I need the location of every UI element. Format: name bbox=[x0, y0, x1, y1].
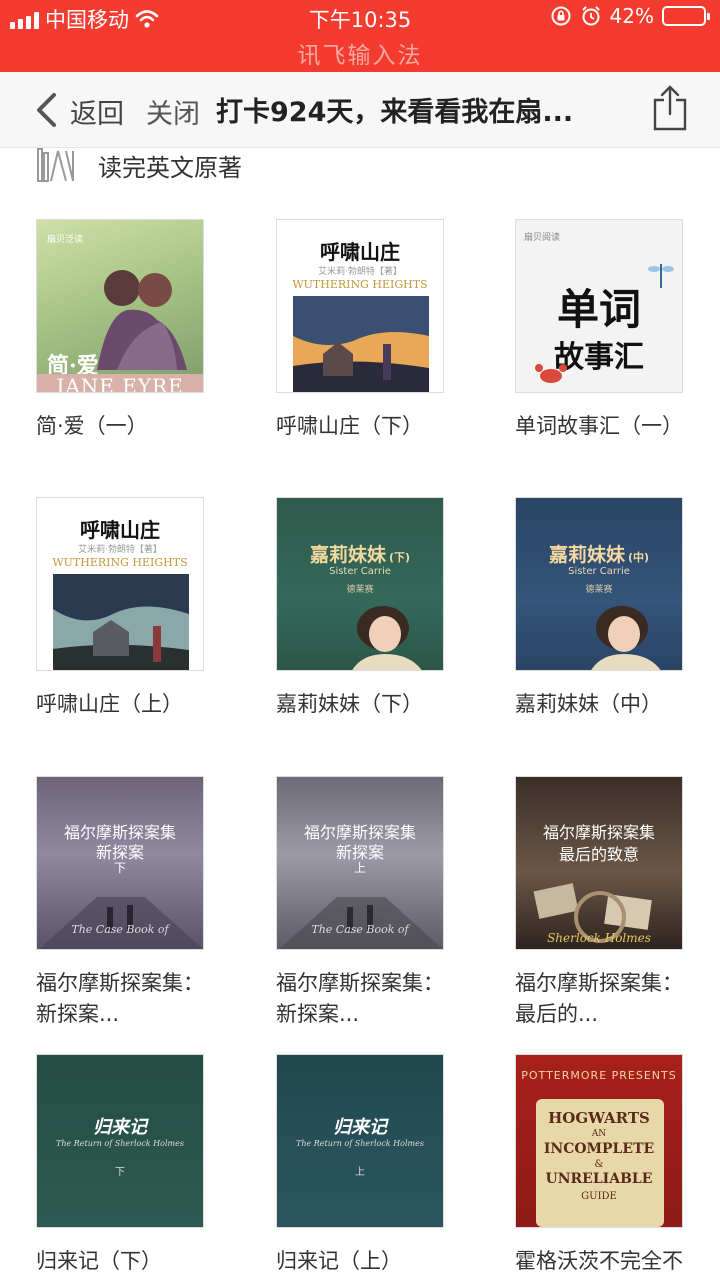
cover-l4: & bbox=[594, 1159, 604, 1170]
cover-l1: HOGWARTS bbox=[548, 1109, 650, 1127]
book-title: 简·爱（一） bbox=[36, 414, 148, 438]
book-title: 嘉莉妹妹（中） bbox=[515, 692, 662, 716]
cover-title-cn: 嘉莉妹妹 (中) bbox=[548, 544, 650, 566]
book-cover[interactable]: 福尔摩斯探案集 新探案 下 The Case Book of bbox=[36, 776, 204, 950]
street-illustration bbox=[39, 897, 203, 949]
book-title: 福尔摩斯探案集： 新探案... bbox=[36, 971, 204, 1026]
cover-title-en: The Case Book of bbox=[71, 923, 169, 936]
cover-title-en: JANE EYRE bbox=[37, 374, 203, 392]
cover-vol: 上 bbox=[353, 861, 366, 875]
book-title: 呼啸山庄（上） bbox=[36, 692, 183, 716]
book-cover[interactable]: 呼啸山庄 艾米莉·勃朗特【著】 WUTHERING HEIGHTS bbox=[36, 497, 204, 671]
cover-title-en: WUTHERING HEIGHTS bbox=[52, 556, 188, 569]
house-illustration bbox=[293, 296, 429, 392]
cover-title-en: The Return of Sherlock Holmes bbox=[296, 1139, 424, 1148]
cover-title-en: Sister Carrie bbox=[568, 566, 630, 577]
book-title: 归来记（下） bbox=[36, 1249, 162, 1273]
book-title: 单词故事汇（一） bbox=[515, 414, 683, 438]
book-cover[interactable]: 归来记 The Return of Sherlock Holmes 上 bbox=[276, 1054, 444, 1228]
dragonfly-icon bbox=[648, 264, 674, 288]
cover-brand: 扇贝阅读 bbox=[524, 233, 561, 243]
book-title: 霍格沃茨不完全不 bbox=[515, 1249, 683, 1273]
cover-l6: GUIDE bbox=[581, 1191, 617, 1202]
book-cover[interactable]: 嘉莉妹妹 (中) Sister Carrie 德莱赛 bbox=[515, 497, 683, 671]
cover-title-cn: 归来记 bbox=[333, 1117, 387, 1138]
cover-line1: 福尔摩斯探案集 bbox=[542, 823, 655, 842]
book-cover[interactable]: 嘉莉妹妹 (下) Sister Carrie 德莱赛 bbox=[276, 497, 444, 671]
cover-title-cn: 呼啸山庄 bbox=[320, 240, 400, 264]
house-illustration bbox=[53, 574, 189, 670]
book-cover[interactable]: 扇贝阅读 单词 故事汇 bbox=[515, 219, 683, 393]
cover-vol: 上 bbox=[355, 1167, 365, 1178]
cover-l2: AN bbox=[591, 1129, 607, 1139]
cover-vol: 下 bbox=[115, 1167, 125, 1178]
book-cover[interactable]: 扇贝泛读 简·爱 JANE EYRE bbox=[36, 219, 204, 393]
book-cover[interactable]: 福尔摩斯探案集 最后的致意 Sherlock Holmes bbox=[515, 776, 683, 950]
cover-author: 德莱赛 bbox=[346, 585, 374, 595]
book-title: 嘉莉妹妹（下） bbox=[276, 692, 423, 716]
cover-author: 艾米莉·勃朗特【著】 bbox=[318, 267, 402, 277]
book-title: 福尔摩斯探案集： 最后的... bbox=[515, 971, 683, 1026]
cover-line2: 最后的致意 bbox=[558, 845, 639, 864]
cover-title-cn: 嘉莉妹妹 (下) bbox=[309, 544, 411, 566]
book-title: 福尔摩斯探案集： 新探案... bbox=[276, 971, 444, 1026]
street-illustration bbox=[279, 897, 443, 949]
cover-brand: 扇贝泛读 bbox=[47, 235, 84, 245]
cover-title-cn: 归来记 bbox=[93, 1117, 147, 1138]
cover-title-en: The Return of Sherlock Holmes bbox=[56, 1139, 184, 1148]
cover-title-en: Sister Carrie bbox=[329, 566, 391, 577]
book-cover[interactable]: 福尔摩斯探案集 新探案 上 The Case Book of bbox=[276, 776, 444, 950]
book-cover[interactable]: POTTERMORE PRESENTS HOGWARTS AN INCOMPLE… bbox=[515, 1054, 683, 1228]
book-cover[interactable]: 呼啸山庄 艾米莉·勃朗特【著】 WUTHERING HEIGHTS bbox=[276, 219, 444, 393]
cover-title-en: WUTHERING HEIGHTS bbox=[292, 278, 428, 291]
cover-l3: INCOMPLETE bbox=[543, 1141, 655, 1157]
book-title: 呼啸山庄（下） bbox=[276, 414, 423, 438]
crab-icon bbox=[535, 364, 567, 383]
girl-illustration bbox=[352, 606, 422, 670]
cover-title-cn: 呼啸山庄 bbox=[80, 518, 160, 542]
cover-author: 德莱赛 bbox=[585, 585, 613, 595]
cover-l5: UNRELIABLE bbox=[545, 1171, 653, 1187]
cover-top: POTTERMORE PRESENTS bbox=[521, 1069, 677, 1082]
cover-author: 艾米莉·勃朗特【著】 bbox=[78, 545, 162, 555]
cover-vol: 下 bbox=[113, 861, 126, 875]
book-grid: 扇贝泛读 简·爱 JANE EYRE 简·爱（一） 呼啸山庄 艾米莉·勃朗特【著… bbox=[0, 0, 720, 1280]
cover-title-en: Sherlock Holmes bbox=[547, 931, 651, 945]
book-cover[interactable]: 归来记 The Return of Sherlock Holmes 下 bbox=[36, 1054, 204, 1228]
book-title: 归来记（上） bbox=[276, 1249, 402, 1273]
cover-title-en: The Case Book of bbox=[311, 923, 409, 936]
girl-illustration bbox=[591, 606, 661, 670]
